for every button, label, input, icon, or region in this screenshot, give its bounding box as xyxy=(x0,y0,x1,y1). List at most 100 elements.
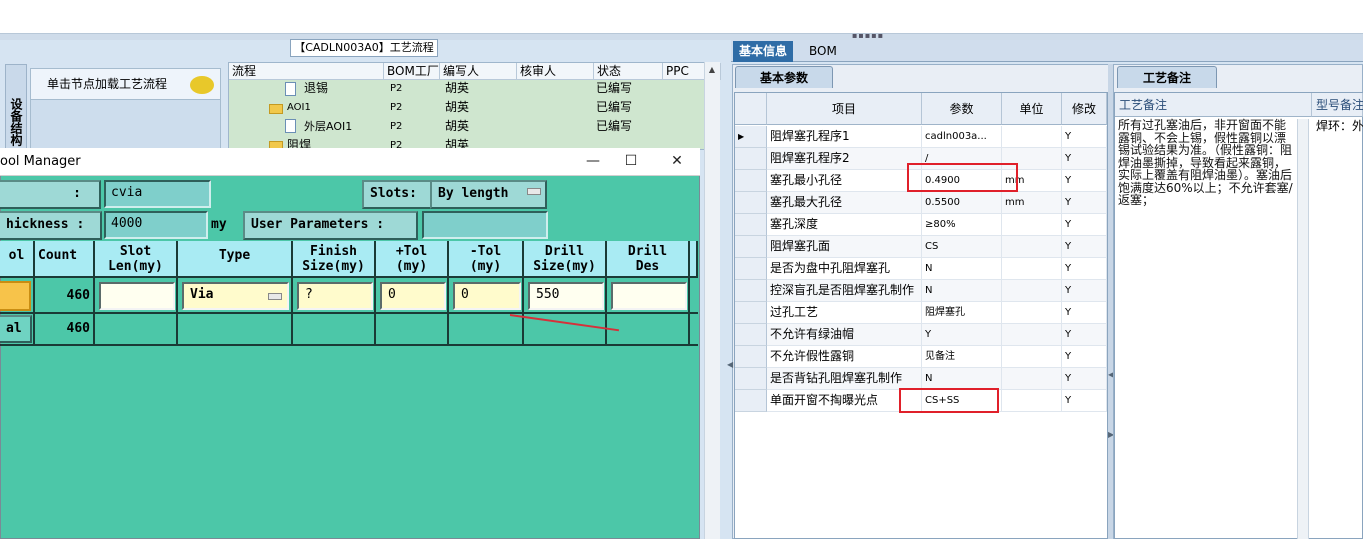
item-cell[interactable]: 过孔工艺 xyxy=(767,302,922,323)
unit-cell[interactable] xyxy=(1002,214,1062,235)
dropdown-icon[interactable] xyxy=(527,188,541,195)
unit-cell[interactable] xyxy=(1002,302,1062,323)
row-selector[interactable] xyxy=(735,192,767,214)
slot-len-input[interactable] xyxy=(99,282,175,310)
row-selector[interactable] xyxy=(735,170,767,192)
splitter-grip-icon[interactable]: ▪▪▪▪▪ xyxy=(852,32,892,40)
modify-cell[interactable]: Y xyxy=(1062,170,1107,191)
tree-node-label[interactable]: 退锡 xyxy=(304,79,384,98)
column-header-reviewer[interactable]: 核审人 xyxy=(517,63,594,80)
item-cell[interactable]: 控深盲孔是否阻焊塞孔制作 xyxy=(767,280,922,301)
unit-cell[interactable] xyxy=(1002,346,1062,367)
row-selector[interactable] xyxy=(735,214,767,236)
user-parameters-field[interactable] xyxy=(422,211,548,239)
unit-cell[interactable] xyxy=(1002,258,1062,279)
scroll-up-arrow-icon[interactable]: ▲ xyxy=(707,66,717,74)
column-header-process-notes[interactable]: 工艺备注 xyxy=(1115,93,1312,117)
unit-cell[interactable]: mm xyxy=(1002,192,1062,213)
modify-cell[interactable]: Y xyxy=(1062,280,1107,301)
unit-cell[interactable] xyxy=(1002,126,1062,147)
finish-size-input[interactable]: ? xyxy=(297,282,373,310)
column-header-unit[interactable]: 单位 xyxy=(1002,93,1062,125)
tab-basic-params[interactable]: 基本参数 xyxy=(735,66,833,88)
modify-cell[interactable]: Y xyxy=(1062,324,1107,345)
modify-cell[interactable]: Y xyxy=(1062,302,1107,323)
param-cell[interactable]: N xyxy=(922,280,1002,301)
item-cell[interactable]: 是否为盘中孔阻焊塞孔 xyxy=(767,258,922,279)
modify-cell[interactable]: Y xyxy=(1062,346,1107,367)
row-selector[interactable] xyxy=(735,258,767,280)
item-cell[interactable]: 不允许有绿油帽 xyxy=(767,324,922,345)
drill-des-input[interactable] xyxy=(611,282,687,310)
param-cell[interactable]: cadln003a... xyxy=(922,126,1002,147)
plus-tol-input[interactable]: 0 xyxy=(380,282,446,310)
process-notes-text[interactable]: 所有过孔塞油后，非开窗面不能露铜、不会上锡，假性露铜以漂锡试验结果为准。（假性露… xyxy=(1118,119,1296,207)
model-notes-text[interactable]: 焊环：外 xyxy=(1316,119,1363,133)
row-selector[interactable] xyxy=(735,346,767,368)
modify-cell[interactable]: Y xyxy=(1062,236,1107,257)
collapse-arrow-icon[interactable]: ◀ xyxy=(727,360,733,370)
item-cell[interactable]: 阻焊塞孔面 xyxy=(767,236,922,257)
item-cell[interactable]: 塞孔深度 xyxy=(767,214,922,235)
row-selector[interactable] xyxy=(735,368,767,390)
tab-process-notes[interactable]: 工艺备注 xyxy=(1117,66,1217,88)
param-cell[interactable]: Y xyxy=(922,324,1002,345)
column-header-item[interactable]: 项目 xyxy=(767,93,922,125)
row-selector[interactable] xyxy=(735,324,767,346)
close-icon[interactable]: ✕ xyxy=(667,152,687,170)
unit-cell[interactable] xyxy=(1002,368,1062,389)
row-selector[interactable] xyxy=(735,390,767,412)
row-selector[interactable] xyxy=(735,148,767,170)
modify-cell[interactable]: Y xyxy=(1062,368,1107,389)
item-cell[interactable]: 塞孔最大孔径 xyxy=(767,192,922,213)
thickness-field[interactable]: 4000 xyxy=(104,211,208,239)
tab-basic-info[interactable]: 基本信息 xyxy=(733,41,794,62)
modify-cell[interactable]: Y xyxy=(1062,258,1107,279)
item-cell[interactable]: 阻焊塞孔程序2 xyxy=(767,148,922,169)
unit-cell[interactable] xyxy=(1002,280,1062,301)
row-selector[interactable] xyxy=(735,236,767,258)
column-header-writer[interactable]: 编写人 xyxy=(440,63,517,80)
item-cell[interactable]: 不允许假性露铜 xyxy=(767,346,922,367)
unit-cell[interactable] xyxy=(1002,236,1062,257)
unit-cell[interactable] xyxy=(1002,390,1062,411)
unit-cell[interactable] xyxy=(1002,324,1062,345)
user-parameters-button[interactable]: User Parameters : xyxy=(243,211,418,240)
maximize-icon[interactable]: ☐ xyxy=(621,152,641,170)
param-cell[interactable]: 阻焊塞孔 xyxy=(922,302,1002,323)
workflow-vertical-scrollbar[interactable] xyxy=(704,62,720,539)
minimize-icon[interactable]: — xyxy=(583,152,603,170)
param-cell[interactable]: N xyxy=(922,368,1002,389)
modify-cell[interactable]: Y xyxy=(1062,148,1107,169)
tool-select-button[interactable] xyxy=(0,281,31,311)
drill-size-input[interactable]: 550 xyxy=(528,282,604,310)
modify-cell[interactable]: Y xyxy=(1062,192,1107,213)
param-cell[interactable]: 见备注 xyxy=(922,346,1002,367)
item-cell[interactable]: 阻焊塞孔程序1 xyxy=(767,126,922,147)
tab-bom[interactable]: BOM xyxy=(803,41,843,62)
item-cell[interactable]: 是否背钻孔阻焊塞孔制作 xyxy=(767,368,922,389)
column-header-model-notes[interactable]: 型号备注 xyxy=(1312,93,1363,117)
param-cell[interactable]: CS xyxy=(922,236,1002,257)
tree-node-label[interactable]: AOI1 xyxy=(287,98,377,117)
minus-tol-input[interactable]: 0 xyxy=(453,282,521,310)
modify-cell[interactable]: Y xyxy=(1062,126,1107,147)
column-header-param[interactable]: 参数 xyxy=(922,93,1002,125)
notes-scrollbar[interactable] xyxy=(1297,119,1309,539)
tree-node-label[interactable]: 外层AOI1 xyxy=(304,117,384,136)
row-selector[interactable] xyxy=(735,280,767,302)
modify-cell[interactable]: Y xyxy=(1062,390,1107,411)
row-selector[interactable] xyxy=(735,302,767,324)
param-cell[interactable]: ≥80% xyxy=(922,214,1002,235)
param-cell[interactable]: N xyxy=(922,258,1002,279)
item-cell[interactable]: 塞孔最小孔径 xyxy=(767,170,922,191)
dropdown-icon[interactable] xyxy=(268,293,282,300)
column-header-process[interactable]: 流程 xyxy=(229,63,384,80)
column-header-bom-factory[interactable]: BOM工厂 xyxy=(384,63,440,80)
column-header-modify[interactable]: 修改 xyxy=(1062,93,1107,125)
param-cell[interactable]: 0.5500 xyxy=(922,192,1002,213)
row-selector[interactable]: ▶ xyxy=(735,126,767,148)
layer-field[interactable]: cvia xyxy=(104,180,211,208)
modify-cell[interactable]: Y xyxy=(1062,214,1107,235)
column-header-status[interactable]: 状态 xyxy=(594,63,663,80)
